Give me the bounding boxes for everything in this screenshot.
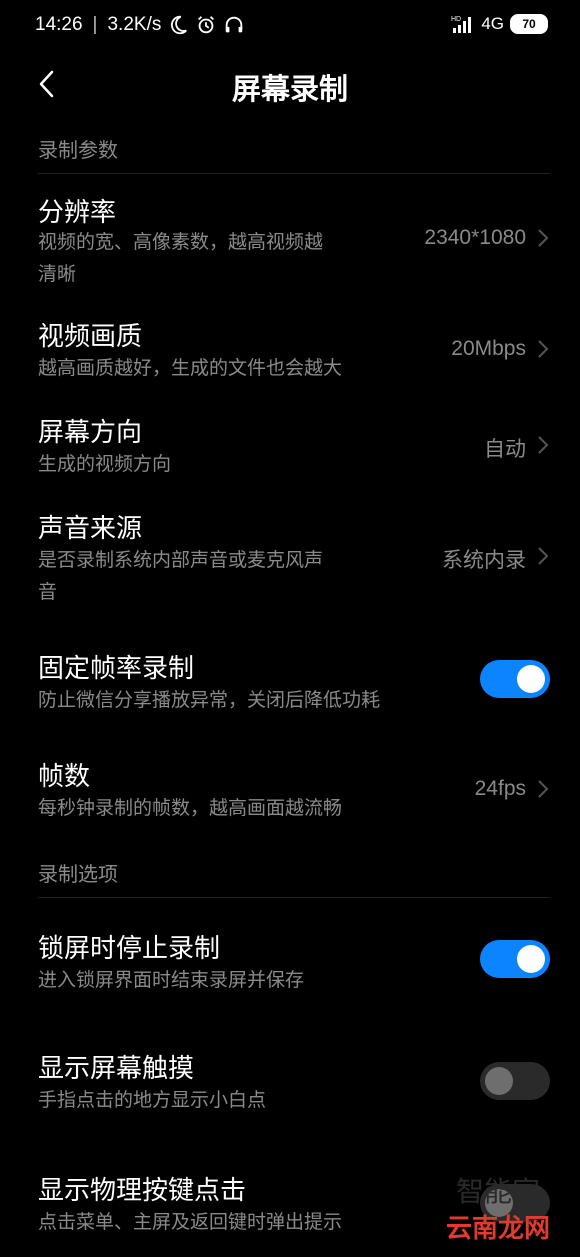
setting-description: 是否录制系统内部声音或麦克风声 (38, 549, 324, 571)
setting-description-cont: 清晰 (38, 263, 77, 285)
section-label-params: 录制参数 (38, 138, 118, 162)
setting-value: 20Mbps (451, 337, 526, 360)
toggle-knob (485, 1067, 513, 1095)
chevron-right-icon (538, 229, 549, 247)
setting-description: 生成的视频方向 (38, 453, 172, 475)
page-title: 屏幕录制 (231, 72, 348, 106)
headphones-icon (226, 16, 243, 33)
setting-value: 2340*1080 (424, 226, 526, 249)
setting-value: 24fps (474, 777, 526, 800)
app-header: 屏幕录制 (0, 56, 580, 112)
setting-title: 视频画质 (38, 322, 143, 352)
setting-title: 显示物理按键点击 (38, 1176, 247, 1206)
setting-orientation[interactable]: 屏幕方向 生成的视频方向 自动 (0, 408, 580, 488)
clock: 14:26 (35, 14, 83, 35)
divider (38, 173, 550, 174)
setting-show-touches: 显示屏幕触摸 手指点击的地方显示小白点 (0, 1044, 580, 1124)
status-separator: | (92, 14, 98, 35)
battery-level: 70 (522, 17, 536, 31)
watermark-faint: 智能家 (455, 1175, 540, 1208)
chevron-right-icon (538, 340, 549, 358)
network-speed: 3.2K/s (107, 14, 162, 35)
setting-title: 帧数 (38, 762, 91, 792)
setting-description: 手指点击的地方显示小白点 (38, 1089, 267, 1111)
status-bar: 14:26 | 3.2K/s HD 4G 70 (0, 0, 580, 56)
setting-title: 屏幕方向 (38, 418, 143, 448)
setting-description-cont: 音 (38, 581, 58, 603)
setting-description: 防止微信分享播放异常，关闭后降低功耗 (38, 689, 381, 711)
signal-icon: HD (451, 16, 472, 33)
show-touches-toggle[interactable] (480, 1062, 550, 1100)
stop-on-lock-toggle[interactable] (480, 940, 550, 978)
chevron-right-icon (538, 780, 549, 798)
watermark: 云南龙网 (445, 1214, 550, 1244)
chevron-right-icon (538, 436, 549, 454)
setting-resolution[interactable]: 分辨率 视频的宽、高像素数，越高视频越 清晰 2340*1080 (0, 186, 580, 298)
toggle-knob (517, 945, 545, 973)
setting-fixed-framerate: 固定帧率录制 防止微信分享播放异常，关闭后降低功耗 (0, 644, 580, 724)
setting-title: 分辨率 (38, 198, 117, 228)
section-label-options: 录制选项 (38, 862, 118, 886)
battery-icon: 70 (510, 14, 548, 34)
setting-description: 点击菜单、主屏及返回键时弹出提示 (38, 1211, 343, 1233)
setting-fps[interactable]: 帧数 每秒钟录制的帧数，越高画面越流畅 24fps (0, 752, 580, 832)
moon-icon (171, 15, 188, 35)
fixed-framerate-toggle[interactable] (480, 660, 550, 698)
setting-title: 锁屏时停止录制 (38, 934, 221, 964)
toggle-knob (517, 665, 545, 693)
setting-stop-on-lock: 锁屏时停止录制 进入锁屏界面时结束录屏并保存 (0, 924, 580, 1004)
setting-description: 进入锁屏界面时结束录屏并保存 (38, 969, 305, 991)
setting-video-quality[interactable]: 视频画质 越高画质越好，生成的文件也会越大 20Mbps (0, 312, 580, 392)
setting-title: 固定帧率录制 (38, 654, 195, 684)
setting-title: 显示屏幕触摸 (38, 1054, 195, 1084)
setting-audio-source[interactable]: 声音来源 是否录制系统内部声音或麦克风声 音 系统内录 (0, 504, 580, 616)
network-type: 4G (481, 14, 504, 33)
svg-text:HD: HD (451, 16, 461, 23)
setting-value: 系统内录 (442, 549, 526, 572)
setting-value: 自动 (484, 438, 526, 461)
setting-title: 声音来源 (38, 514, 143, 544)
divider (38, 897, 550, 898)
setting-description: 越高画质越好，生成的文件也会越大 (38, 357, 343, 379)
setting-description: 每秒钟录制的帧数，越高画面越流畅 (38, 797, 343, 819)
alarm-icon (198, 16, 215, 34)
chevron-right-icon (538, 547, 549, 565)
setting-description: 视频的宽、高像素数，越高视频越 (38, 231, 324, 253)
